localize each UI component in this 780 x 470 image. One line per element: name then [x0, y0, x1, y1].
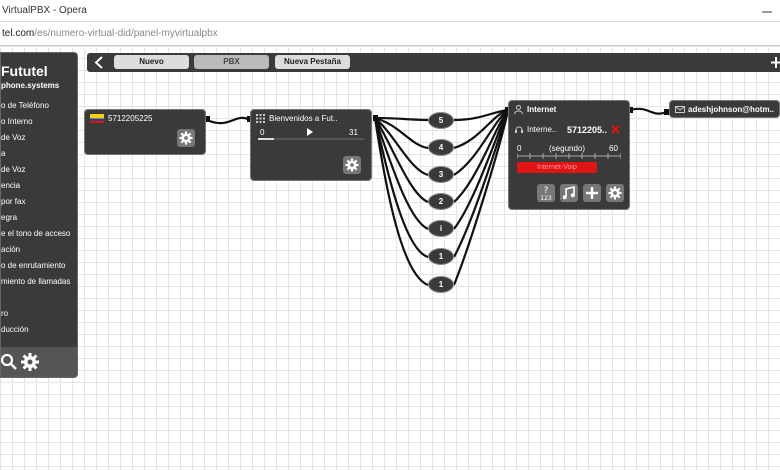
ivr-max: 31: [349, 128, 358, 137]
plus-icon: [586, 187, 598, 199]
plus-icon[interactable]: [771, 56, 780, 69]
ivr-node[interactable]: Bienvenidos a Fut.. 0 31: [250, 109, 372, 181]
ivr-settings-button[interactable]: [343, 156, 361, 174]
did-number: 5712205225: [108, 114, 153, 123]
help-button[interactable]: ? 123: [537, 184, 555, 202]
browser-titlebar: VirtualPBX - Opera: [0, 0, 780, 22]
timeout-min: 0: [517, 144, 522, 153]
ivr-progress-track[interactable]: [258, 138, 364, 140]
ivr-option[interactable]: 2: [428, 193, 454, 210]
gear-icon[interactable]: [19, 351, 41, 373]
keypad-icon: [256, 114, 265, 123]
tab-pbx[interactable]: PBX: [194, 55, 269, 69]
gear-icon: [608, 186, 622, 200]
colombia-flag-icon: [90, 114, 104, 123]
timeout-slider[interactable]: [517, 153, 621, 159]
did-node[interactable]: 5712205225: [84, 109, 206, 155]
ivr-option[interactable]: 4: [428, 139, 454, 156]
address-bar[interactable]: tel.com/es/numero-virtual-did/panel-myvi…: [0, 22, 780, 46]
envelope-icon: [675, 106, 685, 113]
close-icon[interactable]: [611, 125, 620, 134]
brand-domain: phone.systems: [1, 81, 60, 90]
brand-name: Fututel: [1, 63, 48, 79]
ivr-option[interactable]: 5: [428, 112, 454, 129]
sidebar-item[interactable]: de Voz: [1, 165, 25, 174]
music-icon: [562, 185, 575, 200]
tab-nueva-pestana[interactable]: Nueva Pestaña: [275, 55, 350, 69]
ivr-title: Bienvenidos a Fut..: [269, 114, 338, 123]
internet-settings-button[interactable]: [606, 184, 624, 202]
headset-icon: [515, 126, 523, 133]
internet-voip-badge: Internet-Voip: [517, 162, 597, 173]
url-text[interactable]: tel.com/es/numero-virtual-did/panel-myvi…: [2, 28, 218, 39]
ivr-option[interactable]: 1: [428, 248, 454, 265]
add-button[interactable]: [583, 184, 601, 202]
sidebar-item[interactable]: de Voz: [1, 133, 25, 142]
gear-icon: [179, 131, 193, 145]
timeout-unit: (segundo): [549, 144, 586, 153]
sidebar-item[interactable]: encia: [1, 181, 20, 190]
url-path: /es/numero-virtual-did/panel-myvirtualpb…: [34, 28, 218, 39]
ivr-progress-fill: [258, 138, 274, 140]
sidebar-item[interactable]: egra: [1, 213, 17, 222]
sidebar-item[interactable]: a: [1, 149, 5, 158]
email-address: adeshjohnson@hotm..: [688, 105, 775, 114]
ivr-min: 0: [260, 128, 265, 137]
sidebar-item[interactable]: por fax: [1, 197, 25, 206]
internet-sub: Interne..: [527, 125, 557, 134]
sidebar: Fututel phone.systems o de Teléfono o In…: [0, 52, 78, 378]
chevron-left-icon[interactable]: [94, 56, 104, 69]
sidebar-item[interactable]: ación: [1, 245, 20, 254]
email-node[interactable]: adeshjohnson@hotm..: [669, 100, 780, 118]
svg-text:123: 123: [540, 195, 552, 202]
tab-bar: Nuevo PBX Nueva Pestaña: [87, 53, 780, 72]
gear-icon: [345, 158, 359, 172]
sidebar-item[interactable]: o de enrutamiento: [1, 261, 66, 270]
window-controls[interactable]: [740, 2, 780, 20]
sidebar-item[interactable]: e el tono de acceso: [1, 229, 70, 238]
ivr-option[interactable]: 3: [428, 166, 454, 183]
url-host: tel.com: [2, 28, 35, 39]
user-icon: [514, 105, 523, 114]
minimize-icon[interactable]: [740, 2, 780, 20]
tab-nuevo[interactable]: Nuevo: [114, 55, 189, 69]
sidebar-item[interactable]: ro: [1, 309, 8, 318]
play-icon[interactable]: [307, 128, 313, 136]
ivr-option[interactable]: 1: [428, 276, 454, 293]
window-title: VirtualPBX - Opera: [2, 5, 87, 16]
ivr-option[interactable]: i: [428, 220, 454, 237]
internet-number: 5712205..: [567, 125, 608, 135]
sidebar-item[interactable]: ducción: [1, 325, 29, 334]
sidebar-item[interactable]: o Interno: [1, 117, 33, 126]
sidebar-item[interactable]: o de Teléfono: [1, 101, 49, 110]
internet-title: Internet: [527, 105, 557, 114]
did-settings-button[interactable]: [177, 129, 195, 147]
music-button[interactable]: [560, 184, 578, 202]
timeout-max: 60: [609, 144, 618, 153]
sidebar-toolbar: [1, 347, 77, 377]
sidebar-item[interactable]: miento de llamadas: [1, 277, 70, 286]
internet-node[interactable]: Internet Interne.. 5712205.. 0 (segundo)…: [508, 100, 630, 210]
help-123-icon: ?123: [540, 186, 552, 202]
